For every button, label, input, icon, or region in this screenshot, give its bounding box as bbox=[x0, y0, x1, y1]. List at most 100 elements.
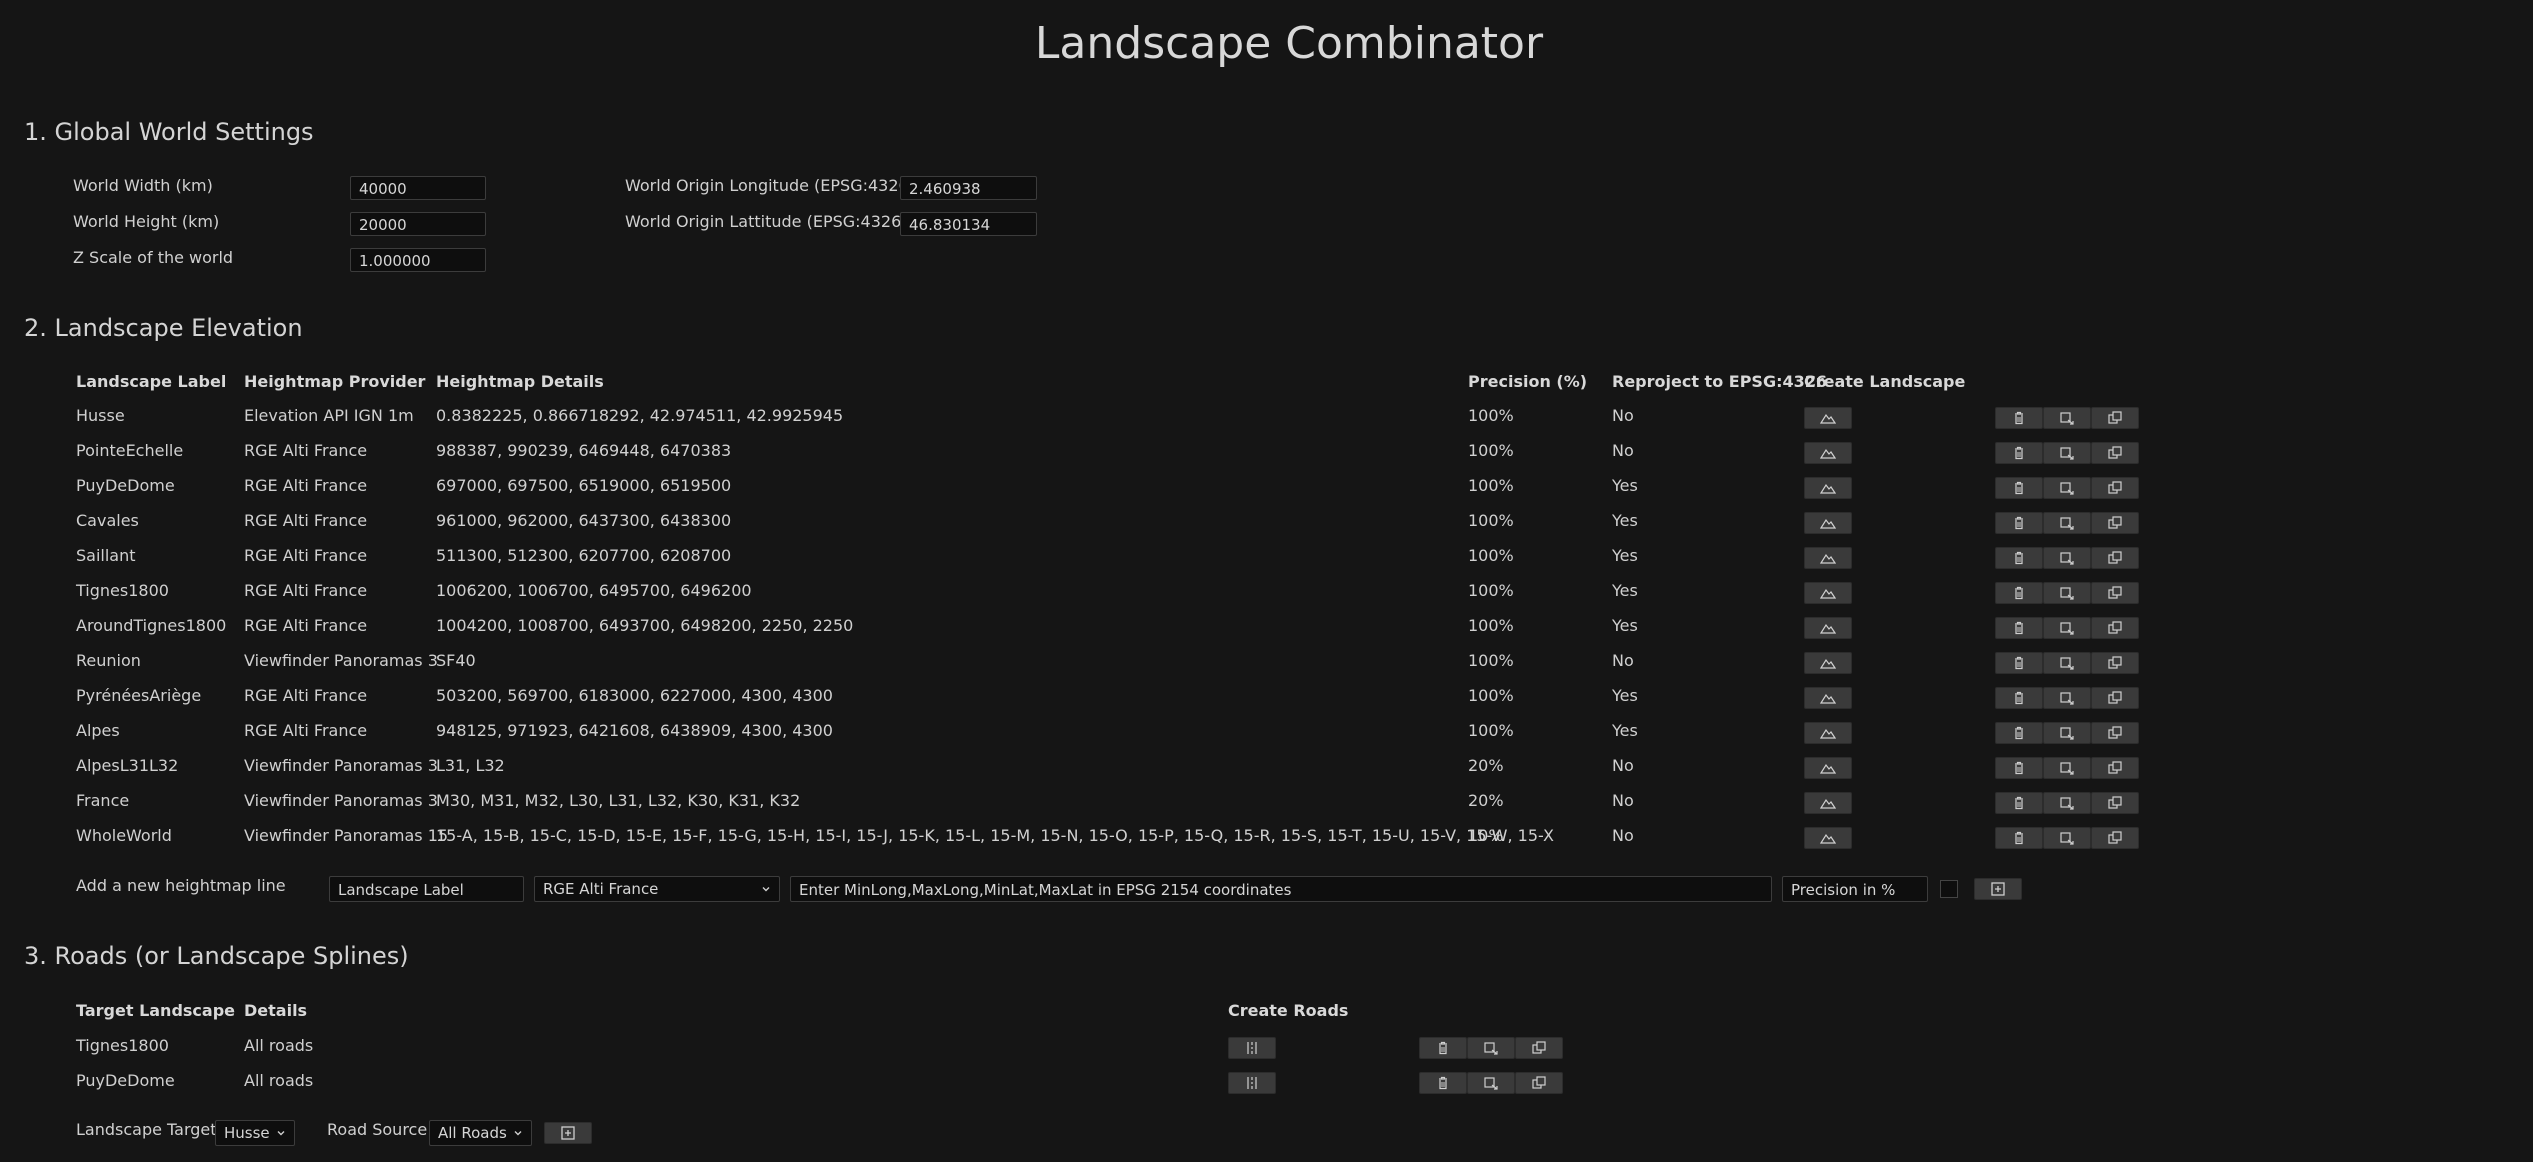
delete-button[interactable] bbox=[1995, 407, 2043, 429]
add-heightmap-button[interactable] bbox=[1974, 878, 2022, 900]
elevation-heading: 2. Landscape Elevation bbox=[24, 314, 303, 342]
create-landscape-button[interactable] bbox=[1804, 547, 1852, 569]
new-precision-input[interactable]: Precision in % bbox=[1782, 876, 1928, 902]
copy-button[interactable] bbox=[2091, 827, 2139, 849]
move-button[interactable] bbox=[2043, 547, 2091, 569]
add-road-button[interactable] bbox=[544, 1122, 592, 1144]
delete-button[interactable] bbox=[1995, 722, 2043, 744]
landscape-label-cell: PuyDeDome bbox=[76, 476, 175, 495]
create-landscape-button[interactable] bbox=[1804, 827, 1852, 849]
move-icon bbox=[2060, 482, 2074, 495]
copy-button[interactable] bbox=[2091, 757, 2139, 779]
delete-button[interactable] bbox=[1995, 477, 2043, 499]
move-button[interactable] bbox=[2043, 617, 2091, 639]
move-icon bbox=[1484, 1042, 1498, 1055]
move-button[interactable] bbox=[1467, 1072, 1515, 1094]
landscape-target-select[interactable]: Husse bbox=[215, 1120, 295, 1146]
move-button[interactable] bbox=[2043, 687, 2091, 709]
new-landscape-label-input[interactable]: Landscape Label bbox=[329, 876, 524, 902]
delete-button[interactable] bbox=[1419, 1072, 1467, 1094]
copy-button[interactable] bbox=[2091, 407, 2139, 429]
move-button[interactable] bbox=[2043, 827, 2091, 849]
move-icon bbox=[2060, 587, 2074, 600]
move-button[interactable] bbox=[2043, 512, 2091, 534]
delete-button[interactable] bbox=[1995, 757, 2043, 779]
reproject-cell: Yes bbox=[1612, 686, 1638, 705]
create-landscape-button[interactable] bbox=[1804, 687, 1852, 709]
move-button[interactable] bbox=[2043, 477, 2091, 499]
create-landscape-button[interactable] bbox=[1804, 757, 1852, 779]
create-landscape-button[interactable] bbox=[1804, 722, 1852, 744]
road-source-select[interactable]: All Roads bbox=[429, 1120, 532, 1146]
provider-select[interactable]: RGE Alti France bbox=[534, 876, 780, 902]
copy-icon bbox=[2108, 691, 2122, 704]
origin-latitude-field[interactable]: 46.830134 bbox=[900, 212, 1037, 236]
copy-button[interactable] bbox=[2091, 687, 2139, 709]
col-target-landscape: Target Landscape bbox=[76, 1001, 236, 1020]
copy-button[interactable] bbox=[2091, 477, 2139, 499]
move-button[interactable] bbox=[2043, 582, 2091, 604]
copy-button[interactable] bbox=[2091, 512, 2139, 534]
mountain-icon bbox=[1820, 413, 1836, 424]
landscape-label-cell: Saillant bbox=[76, 546, 136, 565]
heightmap-details-cell: 511300, 512300, 6207700, 6208700 bbox=[436, 546, 732, 565]
origin-longitude-field[interactable]: 2.460938 bbox=[900, 176, 1037, 200]
copy-button[interactable] bbox=[2091, 792, 2139, 814]
create-roads-button[interactable] bbox=[1228, 1072, 1276, 1094]
copy-button[interactable] bbox=[2091, 442, 2139, 464]
create-landscape-button[interactable] bbox=[1804, 477, 1852, 499]
add-heightmap-label: Add a new heightmap line bbox=[76, 876, 286, 895]
copy-button[interactable] bbox=[1515, 1072, 1563, 1094]
precision-cell: 100% bbox=[1468, 721, 1514, 740]
create-landscape-button[interactable] bbox=[1804, 407, 1852, 429]
create-landscape-button[interactable] bbox=[1804, 652, 1852, 674]
precision-cell: 10% bbox=[1468, 826, 1504, 845]
delete-button[interactable] bbox=[1419, 1037, 1467, 1059]
move-button[interactable] bbox=[2043, 442, 2091, 464]
world-width-field[interactable]: 40000 bbox=[350, 176, 486, 200]
new-heightmap-details-input[interactable]: Enter MinLong,MaxLong,MinLat,MaxLat in E… bbox=[790, 876, 1772, 902]
delete-button[interactable] bbox=[1995, 547, 2043, 569]
trash-icon bbox=[2015, 726, 2023, 740]
copy-button[interactable] bbox=[2091, 547, 2139, 569]
create-landscape-button[interactable] bbox=[1804, 442, 1852, 464]
delete-button[interactable] bbox=[1995, 652, 2043, 674]
delete-button[interactable] bbox=[1995, 827, 2043, 849]
delete-button[interactable] bbox=[1995, 687, 2043, 709]
delete-button[interactable] bbox=[1995, 512, 2043, 534]
delete-button[interactable] bbox=[1995, 792, 2043, 814]
delete-button[interactable] bbox=[1995, 617, 2043, 639]
create-landscape-button[interactable] bbox=[1804, 582, 1852, 604]
delete-button[interactable] bbox=[1995, 442, 2043, 464]
create-landscape-button[interactable] bbox=[1804, 792, 1852, 814]
trash-icon bbox=[2015, 586, 2023, 600]
copy-icon bbox=[2108, 726, 2122, 739]
move-button[interactable] bbox=[2043, 757, 2091, 779]
move-button[interactable] bbox=[1467, 1037, 1515, 1059]
roads-icon bbox=[1247, 1077, 1257, 1089]
delete-button[interactable] bbox=[1995, 582, 2043, 604]
reproject-cell: Yes bbox=[1612, 476, 1638, 495]
move-button[interactable] bbox=[2043, 407, 2091, 429]
move-button[interactable] bbox=[2043, 722, 2091, 744]
copy-button[interactable] bbox=[2091, 617, 2139, 639]
precision-cell: 100% bbox=[1468, 511, 1514, 530]
world-height-field[interactable]: 20000 bbox=[350, 212, 486, 236]
z-scale-field[interactable]: 1.000000 bbox=[350, 248, 486, 272]
copy-button[interactable] bbox=[2091, 722, 2139, 744]
move-button[interactable] bbox=[2043, 792, 2091, 814]
create-landscape-button[interactable] bbox=[1804, 617, 1852, 639]
move-icon bbox=[2060, 412, 2074, 425]
move-button[interactable] bbox=[2043, 652, 2091, 674]
copy-button[interactable] bbox=[2091, 582, 2139, 604]
heightmap-provider-cell: RGE Alti France bbox=[244, 616, 368, 635]
copy-icon bbox=[2108, 761, 2122, 774]
reproject-checkbox[interactable] bbox=[1940, 880, 1958, 898]
precision-cell: 100% bbox=[1468, 581, 1514, 600]
copy-button[interactable] bbox=[1515, 1037, 1563, 1059]
copy-button[interactable] bbox=[2091, 652, 2139, 674]
create-roads-button[interactable] bbox=[1228, 1037, 1276, 1059]
landscape-label-cell: Alpes bbox=[76, 721, 120, 740]
copy-icon bbox=[1532, 1076, 1546, 1089]
create-landscape-button[interactable] bbox=[1804, 512, 1852, 534]
